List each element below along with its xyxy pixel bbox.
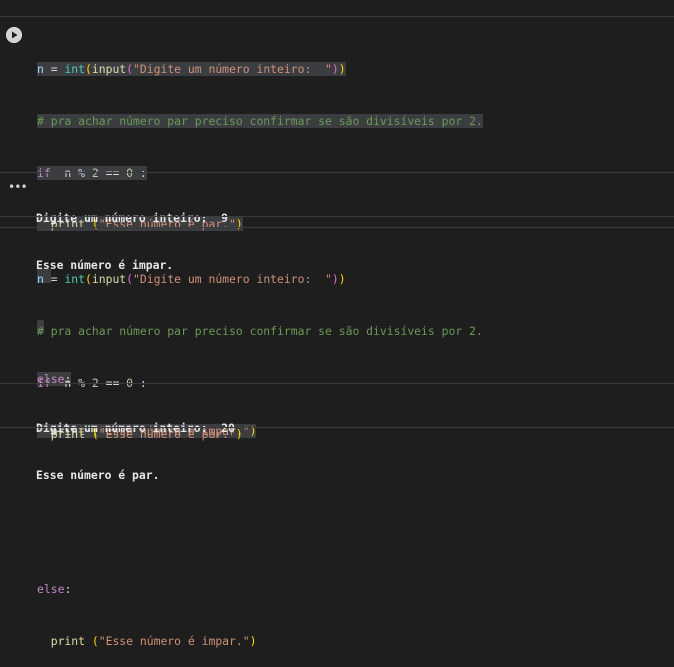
cell-top-border — [0, 227, 674, 228]
cell-divider — [0, 216, 674, 217]
output-divider — [0, 172, 674, 173]
code-line: else: — [37, 581, 72, 596]
more-horizontal-icon[interactable]: ••• — [8, 180, 28, 194]
play-circle-icon — [6, 27, 22, 43]
code-line: print ("Esse número é impar.") — [50, 633, 257, 648]
code-line: n = int(input("Digite um número inteiro:… — [37, 62, 346, 77]
output-divider — [0, 383, 674, 384]
run-cell-button[interactable] — [6, 27, 22, 43]
output-line: Esse número é par. — [36, 467, 160, 482]
output-line: Digite um número inteiro: 9 — [36, 211, 229, 225]
cell-2-output: Digite um número inteiro: 20 Esse número… — [36, 390, 235, 499]
code-line: # pra achar número par preciso confirmar… — [37, 324, 483, 338]
cell-divider — [0, 427, 674, 428]
code-line: n = int(input("Digite um número inteiro:… — [37, 272, 346, 287]
cell-top-border — [0, 16, 674, 17]
code-line: # pra achar número par preciso confirmar… — [37, 114, 483, 128]
output-line: Digite um número inteiro: 20 — [36, 421, 235, 435]
